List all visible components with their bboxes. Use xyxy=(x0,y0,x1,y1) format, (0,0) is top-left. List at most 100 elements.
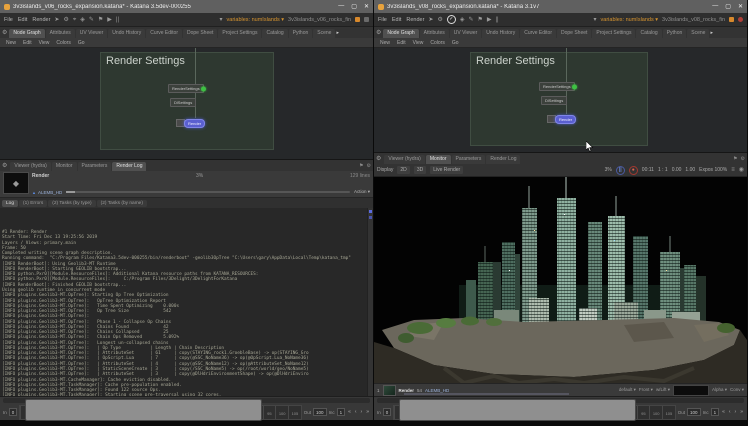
inc-field[interactable]: 1 xyxy=(337,408,346,416)
target-icon[interactable]: ⌖ xyxy=(73,17,76,23)
render-node[interactable]: Render xyxy=(555,115,576,124)
buffer-b-slot[interactable] xyxy=(673,385,709,396)
buffer-wlift-dropdown[interactable]: w/Lift ▾ xyxy=(656,387,670,393)
menu-item[interactable]: Edit xyxy=(18,17,27,23)
expose-value[interactable]: Expos 100% xyxy=(699,167,727,173)
pane-tab[interactable]: Monitor xyxy=(426,155,451,164)
status-red-icon[interactable] xyxy=(738,17,743,22)
render-node[interactable]: Render xyxy=(184,119,205,128)
dlsettings-node[interactable]: DlSettings xyxy=(541,96,567,105)
pane-tab[interactable]: Render Log xyxy=(486,155,520,164)
nodegraph-menu-item[interactable]: View xyxy=(39,40,50,46)
gear-icon[interactable]: ⚙ xyxy=(63,17,68,23)
pause-icon[interactable]: || xyxy=(496,17,499,23)
main-tab[interactable]: Curve Editor xyxy=(520,29,556,38)
main-tab[interactable]: Node Graph xyxy=(383,29,418,38)
pane-gear-icon[interactable]: ⚙ xyxy=(376,29,381,36)
main-tab[interactable]: Python xyxy=(663,29,687,38)
transport-button[interactable]: › xyxy=(360,409,364,415)
out-frame-field[interactable]: 100 xyxy=(687,408,701,416)
main-tab[interactable]: Catalog xyxy=(636,29,661,38)
pause-icon[interactable]: || xyxy=(116,17,119,23)
menu-item[interactable]: Render xyxy=(32,17,50,23)
nodegraph-menu-item[interactable]: Go xyxy=(78,40,85,46)
view-3d-button[interactable]: 3D xyxy=(414,166,426,174)
main-tab[interactable]: Project Settings xyxy=(218,29,261,38)
menu-item[interactable]: Edit xyxy=(392,17,401,23)
render-thumbnail[interactable]: ◆ xyxy=(3,172,29,194)
frame-tick[interactable]: 105 xyxy=(288,406,301,419)
render-node-name[interactable]: ALEMB_HD xyxy=(425,388,449,393)
compare-icon[interactable]: ≡ xyxy=(731,167,735,173)
timeline-scrollbar[interactable] xyxy=(374,397,747,404)
titlebar[interactable]: 3v3islands_v06_rocks_expansion.katana* -… xyxy=(0,0,373,13)
gear-icon[interactable]: ⚙ xyxy=(437,17,442,23)
buffer-default-dropdown[interactable]: default ▾ xyxy=(619,387,636,393)
pin-icon[interactable]: ⚑ xyxy=(359,163,363,169)
timeline-scrollbar[interactable] xyxy=(0,397,373,404)
rendersettings-node[interactable]: RenderSettings xyxy=(168,84,204,93)
live-render-button[interactable]: Live Render xyxy=(430,166,463,174)
log-filter-tab[interactable]: (2) Tasks (by type) xyxy=(48,200,95,207)
pin-icon[interactable]: ⚑ xyxy=(733,156,737,162)
in-frame-field[interactable]: 0 xyxy=(383,408,392,416)
main-tab[interactable]: Node Graph xyxy=(9,29,44,38)
scene-name-field[interactable]: 3v3islands_v06_rocks_fin xyxy=(288,17,351,23)
inc-field[interactable]: 1 xyxy=(711,408,720,416)
check-icon[interactable]: ✓ xyxy=(447,15,456,24)
out-frame-field[interactable]: 100 xyxy=(313,408,327,416)
play-icon[interactable]: ▶ xyxy=(487,17,492,23)
main-tab[interactable]: Undo History xyxy=(108,29,145,38)
log-filter-tab[interactable]: Log xyxy=(2,200,18,207)
pane-tab[interactable]: Parameters xyxy=(452,155,486,164)
main-tab[interactable]: Catalog xyxy=(262,29,287,38)
menu-item[interactable]: Render xyxy=(406,17,424,23)
main-tab[interactable]: UV Viewer xyxy=(76,29,108,38)
transport-button[interactable]: ‹ xyxy=(354,409,358,415)
main-tab[interactable]: Undo History xyxy=(482,29,519,38)
gamma-value[interactable]: 1.00 xyxy=(685,167,695,173)
tab-overflow-icon[interactable]: ▸ xyxy=(336,30,339,36)
nodegraph-menu-item[interactable]: New xyxy=(380,40,390,46)
monitor-viewport[interactable] xyxy=(374,177,747,383)
camera-icon[interactable]: ◉ xyxy=(739,167,744,173)
main-tab[interactable]: Dope Sheet xyxy=(557,29,591,38)
close-button[interactable]: ✕ xyxy=(364,3,369,10)
main-tab[interactable]: Attributes xyxy=(46,29,75,38)
view-2d-button[interactable]: 2D xyxy=(397,166,409,174)
chevron-down-icon[interactable]: ▾ xyxy=(220,17,223,23)
minimize-button[interactable]: — xyxy=(338,3,344,10)
flag-icon[interactable]: ⚑ xyxy=(477,17,482,23)
frame-tick[interactable]: 100 xyxy=(275,406,288,419)
nodegraph-menu-item[interactable]: Edit xyxy=(23,40,32,46)
flag-icon[interactable]: ⚑ xyxy=(98,17,103,23)
buffer-alpha-dropdown[interactable]: Alpha ▾ xyxy=(712,387,727,393)
nodegraph-menu-item[interactable]: Colors xyxy=(56,40,70,46)
rendersettings-node[interactable]: RenderSettings xyxy=(539,82,575,91)
scroll-down-icon[interactable] xyxy=(369,216,372,219)
edit-icon[interactable]: ✎ xyxy=(468,17,473,23)
log-scrollbar[interactable] xyxy=(367,208,373,396)
buffer-conv-dropdown[interactable]: Conv ▾ xyxy=(730,387,744,393)
menu-item[interactable]: File xyxy=(378,17,387,23)
frame-tick[interactable]: 95 xyxy=(263,406,276,419)
main-tab[interactable]: Scene xyxy=(313,29,335,38)
pause-render-icon[interactable]: || xyxy=(616,166,625,175)
menu-item[interactable]: File xyxy=(4,17,13,23)
nodegraph-menu-item[interactable]: Go xyxy=(452,40,459,46)
transport-button[interactable]: ‹ xyxy=(728,409,732,415)
pane-gear-icon[interactable]: ⚙ xyxy=(2,162,7,169)
pane-gear-icon[interactable]: ⚙ xyxy=(2,29,7,36)
main-tab[interactable]: Attributes xyxy=(420,29,449,38)
node-view-led[interactable] xyxy=(572,84,577,89)
log-filter-tab[interactable]: (1) Errors xyxy=(19,200,47,207)
pane-tab[interactable]: Render Log xyxy=(112,162,146,171)
render-node-name[interactable]: ▲ ALEMB_HD xyxy=(32,190,62,195)
main-tab[interactable]: UV Viewer xyxy=(450,29,482,38)
maximize-button[interactable]: ▢ xyxy=(351,3,357,10)
pane-settings-icon[interactable]: ⚙ xyxy=(741,156,745,162)
fstop-value[interactable]: 0.00 xyxy=(672,167,682,173)
transport-button[interactable]: « xyxy=(721,409,726,415)
render-log-output[interactable]: #1 Render: RenderStart Time: Fri Dec 13 … xyxy=(0,208,373,396)
frame-tick[interactable]: 95 xyxy=(637,406,650,419)
